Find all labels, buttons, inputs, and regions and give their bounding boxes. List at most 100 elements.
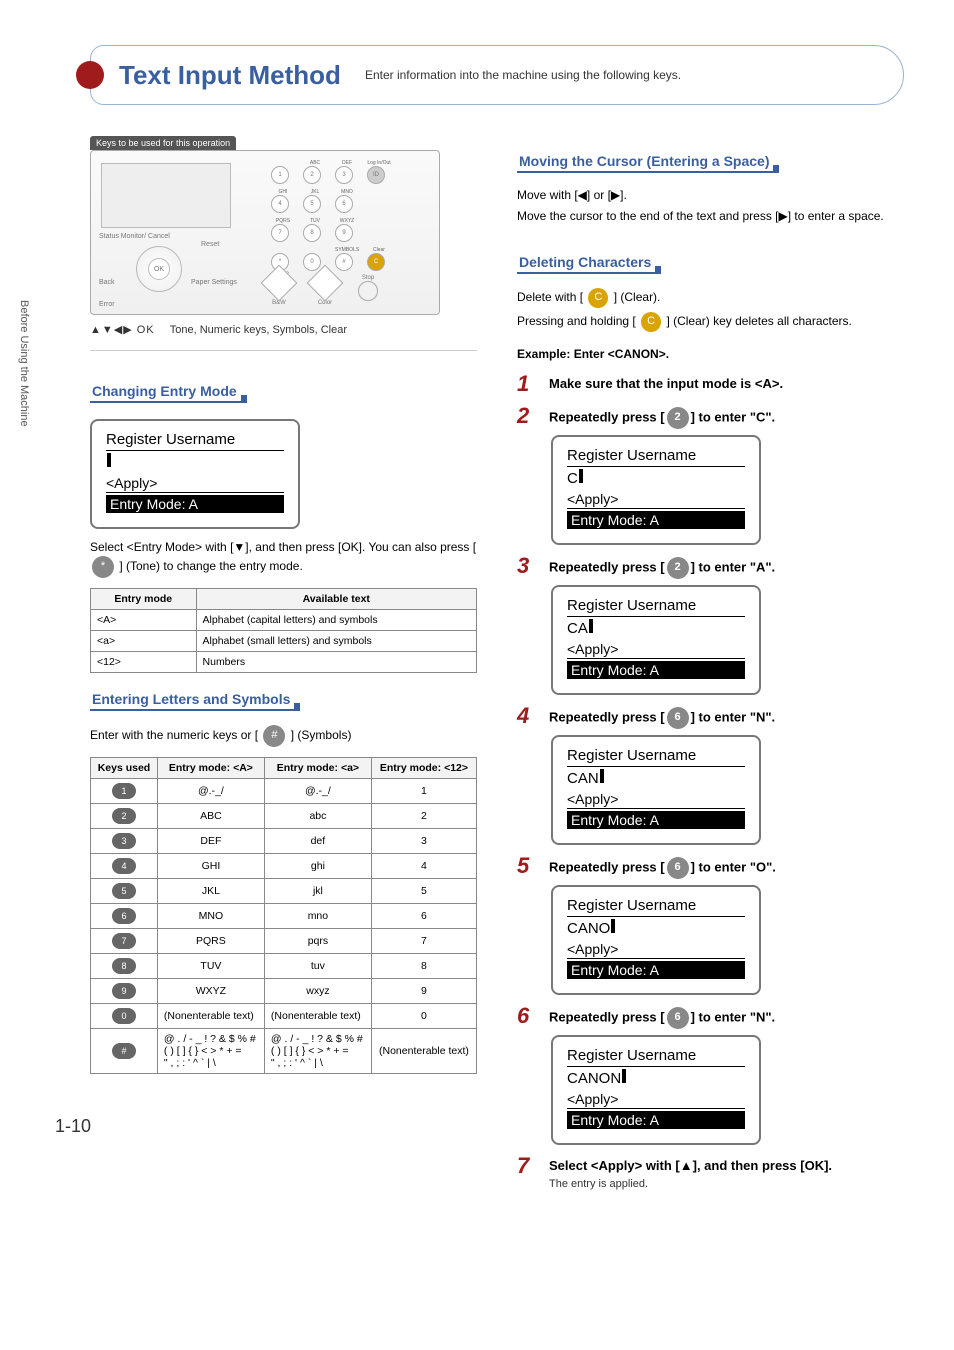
numeric-key-icon: 6 <box>667 1007 689 1029</box>
table-cell: 7 <box>371 929 476 954</box>
step-row: 3 Repeatedly press [2] to enter "A". <box>517 555 904 579</box>
table-cell: GHI <box>157 854 264 879</box>
table-cell: mno <box>264 904 371 929</box>
table-cell: (Nonenterable text) <box>371 1029 476 1074</box>
numeric-key-icon: 9 <box>112 983 136 999</box>
table-cell: PQRS <box>157 929 264 954</box>
table-cell: 1 <box>371 779 476 804</box>
page-title: Text Input Method <box>119 60 341 91</box>
table-cell: DEF <box>157 829 264 854</box>
table-cell: # <box>91 1029 158 1074</box>
step-number: 7 <box>517 1155 537 1177</box>
table-cell: pqrs <box>264 929 371 954</box>
table-cell: 4 <box>371 854 476 879</box>
table-cell: 3 <box>371 829 476 854</box>
page-title-row: Text Input Method Enter information into… <box>90 45 904 105</box>
table-cell: 8 <box>91 954 158 979</box>
step-text: Repeatedly press [6] to enter "O". <box>549 857 776 879</box>
numeric-key-icon: 3 <box>112 833 136 849</box>
numeric-key-icon: 1 <box>112 783 136 799</box>
numeric-key-icon: 8 <box>112 958 136 974</box>
step-text: Repeatedly press [6] to enter "N". <box>549 707 775 729</box>
table-cell: Numbers <box>196 652 476 673</box>
table-cell: 5 <box>91 879 158 904</box>
numeric-key-icon: 2 <box>112 808 136 824</box>
step-number: 3 <box>517 555 537 577</box>
panel-header-label: Keys to be used for this operation <box>90 136 236 150</box>
device-panel-illustration: Status Monitor/ Cancel Reset Back Error … <box>90 150 440 315</box>
table-cell: 0 <box>91 1004 158 1029</box>
table-cell: 5 <box>371 879 476 904</box>
step-text: Select <Apply> with [▲], and then press … <box>549 1157 832 1193</box>
clear-key-icon: C <box>641 312 661 332</box>
numeric-key-icon: 0 <box>112 1008 136 1024</box>
table-cell: 1 <box>91 779 158 804</box>
step-row: 4 Repeatedly press [6] to enter "N". <box>517 705 904 729</box>
section-entering-letters: Entering Letters and Symbols <box>90 691 296 711</box>
table-cell: <A> <box>91 610 197 631</box>
step-number: 4 <box>517 705 537 727</box>
table-cell: Alphabet (capital letters) and symbols <box>196 610 476 631</box>
title-bullet-icon <box>76 61 104 89</box>
step-text: Repeatedly press [2] to enter "C". <box>549 407 775 429</box>
entry-mode-table: Entry mode Available text <A> Alphabet (… <box>90 588 477 673</box>
section-moving-cursor: Moving the Cursor (Entering a Space) <box>517 153 775 173</box>
step-row: 6 Repeatedly press [6] to enter "N". <box>517 1005 904 1029</box>
table-cell: 6 <box>371 904 476 929</box>
table-cell: 2 <box>91 804 158 829</box>
table-cell: tuv <box>264 954 371 979</box>
table-cell: @ . / - _ ! ? & $ % #( ) [ ] { } < > * +… <box>264 1029 371 1074</box>
moving-line2: Move the cursor to the end of the text a… <box>517 208 904 225</box>
table-cell: @.-_/ <box>264 779 371 804</box>
table-cell: <a> <box>91 631 197 652</box>
table-cell: @ . / - _ ! ? & $ % #( ) [ ] { } < > * +… <box>157 1029 264 1074</box>
clear-key-icon: C <box>588 288 608 308</box>
numeric-key-icon: # <box>112 1043 136 1059</box>
step-number: 5 <box>517 855 537 877</box>
numeric-key-icon: 6 <box>667 857 689 879</box>
table-cell: WXYZ <box>157 979 264 1004</box>
page-title-desc: Enter information into the machine using… <box>365 68 681 82</box>
numeric-key-icon: 5 <box>112 883 136 899</box>
keypad-icon: 1 ABC2 DEF3 Log In/OutID GHI4 JKL5 MNO6 … <box>271 161 391 271</box>
changing-mode-para: Select <Entry Mode> with [▼], and then p… <box>90 539 477 578</box>
numeric-key-icon: 6 <box>112 908 136 924</box>
step-text: Repeatedly press [2] to enter "A". <box>549 557 775 579</box>
table-cell: 9 <box>91 979 158 1004</box>
lcd-step-4: Register Username CAN <Apply> Entry Mode… <box>551 735 761 845</box>
numeric-key-icon: 6 <box>667 707 689 729</box>
table-cell: TUV <box>157 954 264 979</box>
panel-figure-group: Keys to be used for this operation Statu… <box>90 135 477 336</box>
dpad-icon: OK <box>136 246 182 292</box>
table-cell: 8 <box>371 954 476 979</box>
table-cell: <12> <box>91 652 197 673</box>
step-text: Make sure that the input mode is <A>. <box>549 375 783 393</box>
table-cell: jkl <box>264 879 371 904</box>
entering-letters-para: Enter with the numeric keys or [ # ] (Sy… <box>90 725 477 747</box>
lcd-step-5: Register Username CANO <Apply> Entry Mod… <box>551 885 761 995</box>
lcd-step-6: Register Username CANON <Apply> Entry Mo… <box>551 1035 761 1145</box>
table-cell: @.-_/ <box>157 779 264 804</box>
tone-key-icon: * <box>92 556 114 578</box>
numeric-key-icon: 7 <box>112 933 136 949</box>
page-number: 1-10 <box>55 1116 91 1137</box>
table-cell: MNO <box>157 904 264 929</box>
table-cell: ghi <box>264 854 371 879</box>
table-cell: def <box>264 829 371 854</box>
numeric-key-icon: 2 <box>667 407 689 429</box>
step-row: 1 Make sure that the input mode is <A>. <box>517 373 904 395</box>
table-cell: JKL <box>157 879 264 904</box>
step-row: 7 Select <Apply> with [▲], and then pres… <box>517 1155 904 1193</box>
example-heading: Example: Enter <CANON>. <box>517 346 904 363</box>
table-cell: 2 <box>371 804 476 829</box>
step-subtext: The entry is applied. <box>549 1177 832 1192</box>
table-cell: Alphabet (small letters) and symbols <box>196 631 476 652</box>
hash-key-icon: # <box>263 725 285 747</box>
lcd-step-3: Register Username CA <Apply> Entry Mode:… <box>551 585 761 695</box>
deleting-line2: Pressing and holding [ C ] (Clear) key d… <box>517 312 904 332</box>
table-cell: abc <box>264 804 371 829</box>
deleting-line1: Delete with [ C ] (Clear). <box>517 288 904 308</box>
table-cell: 9 <box>371 979 476 1004</box>
lcd-step-2: Register Username C <Apply> Entry Mode: … <box>551 435 761 545</box>
step-row: 5 Repeatedly press [6] to enter "O". <box>517 855 904 879</box>
